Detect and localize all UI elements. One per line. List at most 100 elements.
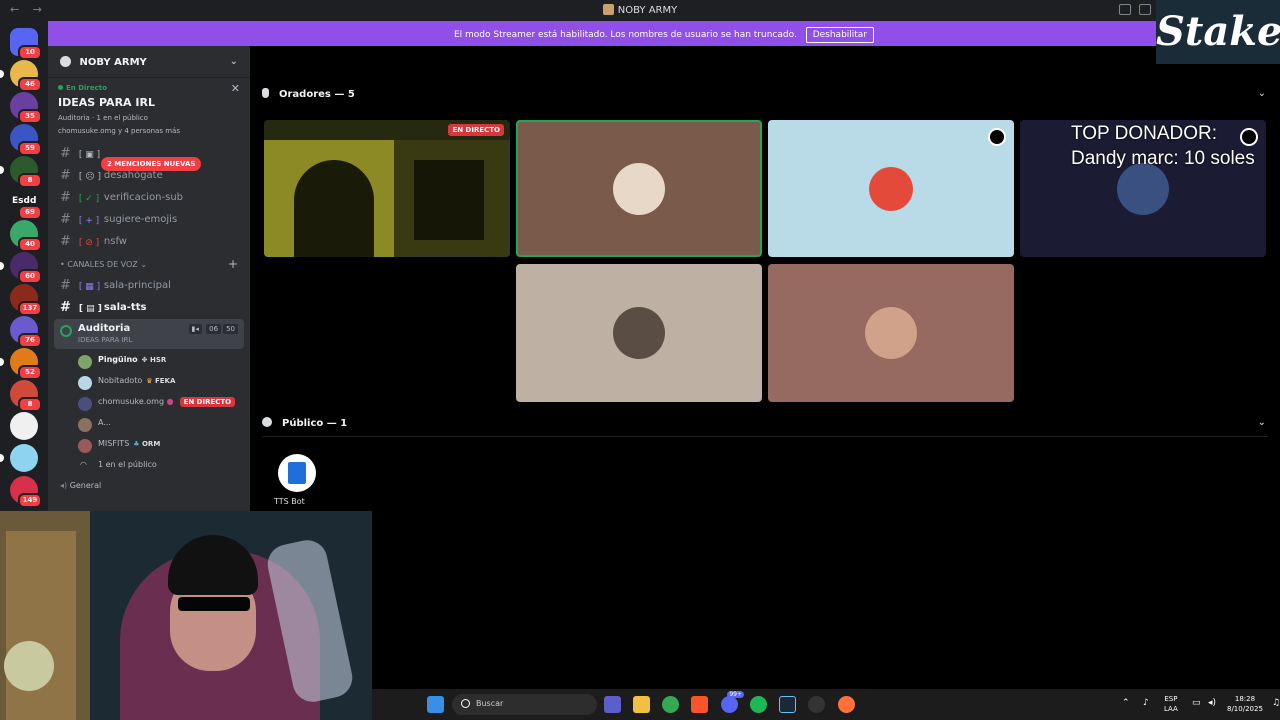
server-item[interactable]	[0, 444, 38, 472]
no-entry-icon: [ ⊘ ]	[78, 238, 100, 248]
steam-icon[interactable]	[779, 696, 796, 713]
home-button[interactable]: 10	[10, 28, 42, 60]
speaker-tile[interactable]	[516, 120, 762, 257]
server-item[interactable]: Esdd 69	[10, 188, 42, 220]
taskbar: Buscar 99+ ⌃ ♪ ESP LAA ▭ ◂) 18:28 8/10/2…	[372, 689, 1280, 720]
channel-item[interactable]: # [ + ] sugiere-emojis	[48, 207, 250, 229]
member-name: Pingüino	[98, 355, 138, 364]
taskbar-search[interactable]: Buscar	[452, 694, 597, 715]
unread-badge: 10	[18, 45, 42, 60]
discord-badge: 99+	[727, 691, 744, 698]
server-item[interactable]: 59	[10, 124, 42, 156]
hash-icon: #	[60, 300, 71, 315]
member-tag: ✥ HSR	[141, 356, 167, 364]
language-indicator[interactable]: ESP LAA	[1164, 694, 1178, 714]
stage-audience: 1 en el público	[96, 114, 148, 122]
server-item[interactable]: 35	[10, 92, 42, 124]
new-mentions-badge[interactable]: 2 MENCIONES NUEVAS	[101, 157, 202, 171]
chrome-icon[interactable]	[662, 696, 679, 713]
member-name: chomusuke.omg	[98, 397, 165, 406]
chevron-down-icon[interactable]: ⌄	[1258, 417, 1266, 428]
donor-overlay-value: Dandy marc: 10 soles	[1071, 148, 1255, 169]
tts-bot-avatar[interactable]	[278, 454, 316, 492]
hash-icon: #	[60, 278, 71, 293]
voice-member[interactable]: Pingüino ✥ HSR	[48, 351, 250, 372]
inbox-icon[interactable]	[1119, 4, 1131, 15]
avatar	[613, 162, 665, 215]
voice-member[interactable]: Nobitadoto ♛ FEKA	[48, 372, 250, 393]
server-header[interactable]: NOBY ARMY ⌄	[48, 46, 250, 78]
hash-icon: #	[60, 234, 71, 249]
server-item[interactable]: 149	[10, 476, 42, 508]
server-icon	[602, 4, 614, 15]
server-item[interactable]: 46	[0, 60, 42, 92]
network-icon[interactable]: ▭	[1192, 698, 1201, 708]
firefox-icon[interactable]	[838, 696, 855, 713]
channel-item[interactable]: # [ ✓ ] verificacion-sub	[48, 185, 250, 207]
avatar	[78, 439, 92, 453]
hash-icon: #	[60, 212, 71, 227]
channel-item[interactable]: # [ ▦ ] sala-principal	[48, 273, 250, 295]
file-explorer-icon[interactable]	[633, 696, 650, 713]
server-item[interactable]	[10, 412, 38, 440]
chevron-down-icon[interactable]: ⌄	[230, 56, 238, 67]
windows-start-icon[interactable]	[427, 696, 444, 713]
server-item[interactable]: 52	[0, 348, 42, 380]
stage-channel: Auditoria	[58, 114, 90, 122]
webcam-background	[6, 531, 76, 720]
unread-badge: 59	[18, 141, 42, 156]
voice-member[interactable]: chomusuke.omg ● EN DIRECTO	[48, 393, 250, 414]
server-item[interactable]: 40	[10, 220, 42, 252]
channel-item[interactable]: # [ ⊘ ] nsfw	[48, 229, 250, 251]
help-icon[interactable]	[1139, 4, 1151, 15]
voice-category[interactable]: • CANALES DE VOZ ⌄ +	[48, 251, 250, 273]
unread-badge: 52	[18, 365, 42, 380]
server-item[interactable]: 60	[0, 252, 42, 284]
headphones-icon: ◠	[80, 460, 87, 469]
server-item[interactable]: 8	[10, 380, 42, 412]
stream-figure	[294, 160, 374, 257]
active-voice-channel[interactable]: Auditoria IDEAS PARA IRL ▮◂ 06 50	[54, 319, 244, 349]
discord-icon[interactable]: 99+	[721, 691, 744, 713]
microphone-icon[interactable]: ♪	[1143, 698, 1149, 708]
spotify-icon[interactable]	[750, 696, 767, 713]
brave-icon[interactable]	[691, 696, 708, 713]
disable-streamer-mode-button[interactable]: Deshabilitar	[805, 27, 875, 43]
audience-icon	[262, 417, 272, 427]
stage-meta: Auditoria · 1 en el público	[58, 114, 148, 122]
webcam-overlay	[0, 511, 372, 720]
speakers-header: Oradores — 5	[262, 88, 355, 100]
stream-tile[interactable]: EN DIRECTO	[264, 120, 510, 257]
obs-icon[interactable]	[808, 696, 825, 713]
live-stage-card[interactable]: En Directo ✕ IDEAS PARA IRL Auditoria · …	[48, 78, 250, 141]
teams-icon[interactable]	[604, 696, 621, 713]
webcam-glasses	[178, 597, 250, 611]
voice-member[interactable]: MISFITS ♣ ORM	[48, 435, 250, 456]
unread-badge: 137	[18, 301, 42, 316]
add-channel-icon[interactable]: +	[228, 257, 238, 271]
search-icon	[461, 699, 470, 708]
speaker-tile[interactable]	[516, 264, 762, 402]
server-item[interactable]: 8	[0, 156, 42, 188]
speaker-tile[interactable]	[768, 120, 1014, 257]
close-icon[interactable]: ✕	[231, 82, 240, 95]
audience-count[interactable]: ◠ 1 en el público	[48, 456, 250, 477]
bell-icon[interactable]: ♫	[1272, 698, 1280, 708]
chevron-down-icon[interactable]: ⌄	[1258, 88, 1266, 99]
clock[interactable]: 18:28 8/10/2025	[1227, 694, 1263, 714]
avatar	[78, 355, 92, 369]
speaker-tile[interactable]	[768, 264, 1014, 402]
server-item[interactable]: 76	[10, 316, 42, 348]
member-name: Nobitadoto	[98, 376, 143, 385]
voice-member[interactable]: A...	[48, 414, 250, 435]
channel-item[interactable]: # [ ▤ ] sala-tts	[48, 295, 250, 317]
unread-badge: 8	[18, 397, 42, 412]
chevron-up-icon[interactable]: ⌃	[1122, 698, 1130, 708]
volume-icon[interactable]: ◂)	[1208, 698, 1216, 708]
live-status: En Directo	[58, 84, 240, 92]
channel-name: verificacion-sub	[103, 192, 184, 203]
server-item[interactable]: 137	[10, 284, 42, 316]
check-icon: [ ✓ ]	[78, 194, 100, 204]
channel-item[interactable]: ◂) General	[48, 477, 250, 498]
avatar	[78, 397, 92, 411]
